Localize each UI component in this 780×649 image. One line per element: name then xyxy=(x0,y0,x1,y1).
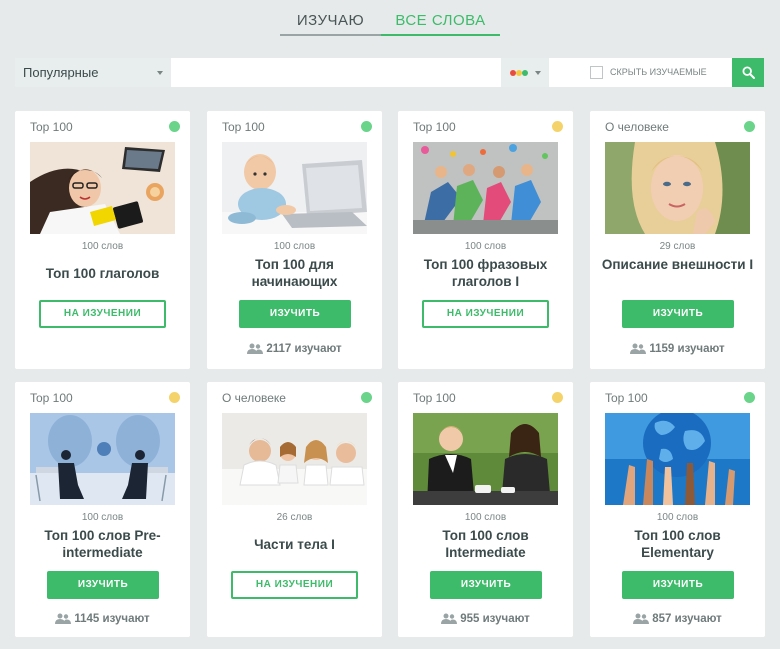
users-icon xyxy=(55,613,72,624)
sort-select-value: Популярные xyxy=(23,65,99,80)
people-lying-photo xyxy=(413,142,558,234)
card-category: Top 100 xyxy=(605,391,648,405)
card-title: Топ 100 слов Pre-intermediate xyxy=(44,528,161,560)
wordset-card[interactable]: Top 100 100 слов Топ 100 для начинающих … xyxy=(207,111,382,369)
users-icon xyxy=(633,613,650,624)
baby-laptop-photo xyxy=(222,142,367,234)
woman-face-photo xyxy=(605,142,750,234)
study-button[interactable]: ИЗУЧИТЬ xyxy=(239,300,351,328)
wordset-card[interactable]: Top 100 100 слов Топ 100 слов Pre-interm… xyxy=(15,382,190,637)
word-count: 100 слов xyxy=(656,512,699,523)
card-category: Top 100 xyxy=(413,120,456,134)
word-count: 100 слов xyxy=(464,241,507,252)
users-icon xyxy=(441,613,458,624)
wordset-card[interactable]: Top 100 100 слов Топ 100 слов Intermedia… xyxy=(398,382,573,637)
wordset-card[interactable]: Top 100 100 слов Топ 100 глаголов НА ИЗУ… xyxy=(15,111,190,369)
learners-text: 1159 изучают xyxy=(649,343,725,355)
tab-all-words[interactable]: ВСЕ СЛОВА xyxy=(381,8,500,36)
card-title: Топ 100 глаголов xyxy=(45,266,160,281)
learners-count: 955 изучают xyxy=(398,613,573,625)
learning-button[interactable]: НА ИЗУЧЕНИИ xyxy=(422,300,549,328)
study-button[interactable]: ИЗУЧИТЬ xyxy=(622,300,734,328)
business-meeting-photo xyxy=(30,413,175,505)
study-button[interactable]: ИЗУЧИТЬ xyxy=(622,571,734,599)
search-button[interactable] xyxy=(732,58,764,87)
level-indicator xyxy=(169,392,180,403)
tab-learning[interactable]: ИЗУЧАЮ xyxy=(280,8,381,36)
study-button[interactable]: ИЗУЧИТЬ xyxy=(47,571,159,599)
card-category: О человеке xyxy=(222,391,286,405)
level-indicator xyxy=(361,392,372,403)
word-count: 100 слов xyxy=(81,241,124,252)
level-indicator xyxy=(552,392,563,403)
wordset-card[interactable]: О человеке 29 слов Описание внешности I … xyxy=(590,111,765,369)
level-select[interactable] xyxy=(501,58,549,87)
wordset-card[interactable]: Top 100 100 слов Топ 100 фразовых глагол… xyxy=(398,111,573,369)
learning-button[interactable]: НА ИЗУЧЕНИИ xyxy=(39,300,166,328)
level-indicator xyxy=(169,121,180,132)
card-title: Топ 100 фразовых глаголов I xyxy=(423,257,548,289)
word-count: 26 слов xyxy=(276,512,313,523)
users-icon xyxy=(247,343,264,354)
filter-bar: Популярные СКРЫТЬ ИЗУЧАЕМЫЕ xyxy=(15,58,764,87)
hide-learned-label: СКРЫТЬ ИЗУЧАЕМЫЕ xyxy=(610,67,707,77)
study-button[interactable]: ИЗУЧИТЬ xyxy=(430,571,542,599)
card-title: Топ 100 слов Elementary xyxy=(634,528,721,560)
hide-learned-checkbox[interactable] xyxy=(590,66,603,79)
learners-text: 857 изучают xyxy=(652,613,722,625)
globe-hands-photo xyxy=(605,413,750,505)
level-indicator xyxy=(744,392,755,403)
word-count: 100 слов xyxy=(81,512,124,523)
card-category: Top 100 xyxy=(413,391,456,405)
learning-button[interactable]: НА ИЗУЧЕНИИ xyxy=(231,571,358,599)
chevron-down-icon xyxy=(535,71,541,75)
word-count: 100 слов xyxy=(464,512,507,523)
users-icon xyxy=(630,343,647,354)
card-title: Топ 100 для начинающих xyxy=(251,257,338,289)
level-dot-green-icon xyxy=(522,70,528,76)
level-indicator xyxy=(744,121,755,132)
learners-count: 1159 изучают xyxy=(590,343,765,355)
chevron-down-icon xyxy=(157,71,163,75)
wordset-card[interactable]: О человеке 26 слов Части тела I НА ИЗУЧЕ… xyxy=(207,382,382,637)
learners-text: 1145 изучают xyxy=(74,613,150,625)
learners-text: 2117 изучают xyxy=(266,343,342,355)
learners-count: 857 изучают xyxy=(590,613,765,625)
card-category: Top 100 xyxy=(30,391,73,405)
learners-text: 955 изучают xyxy=(460,613,530,625)
card-title: Топ 100 слов Intermediate xyxy=(442,528,529,560)
wordset-card[interactable]: Top 100 100 слов Топ 100 слов Elementary… xyxy=(590,382,765,637)
learners-count: 1145 изучают xyxy=(15,613,190,625)
learners-count: 2117 изучают xyxy=(207,343,382,355)
search-icon xyxy=(742,66,755,79)
hide-learned-toggle: СКРЫТЬ ИЗУЧАЕМЫЕ xyxy=(549,58,732,87)
level-indicator xyxy=(361,121,372,132)
card-title: Части тела I xyxy=(254,537,335,552)
card-category: О человеке xyxy=(605,120,669,134)
word-count: 100 слов xyxy=(273,241,316,252)
two-women-talking-photo xyxy=(413,413,558,505)
card-title: Описание внешности I xyxy=(601,257,754,272)
woman-laptop-photo xyxy=(30,142,175,234)
card-category: Top 100 xyxy=(30,120,73,134)
search-input[interactable] xyxy=(172,58,501,87)
sort-select[interactable]: Популярные xyxy=(15,58,172,87)
card-category: Top 100 xyxy=(222,120,265,134)
tabs: ИЗУЧАЮ ВСЕ СЛОВА xyxy=(0,8,780,36)
level-indicator xyxy=(552,121,563,132)
word-count: 29 слов xyxy=(659,241,696,252)
family-photo xyxy=(222,413,367,505)
